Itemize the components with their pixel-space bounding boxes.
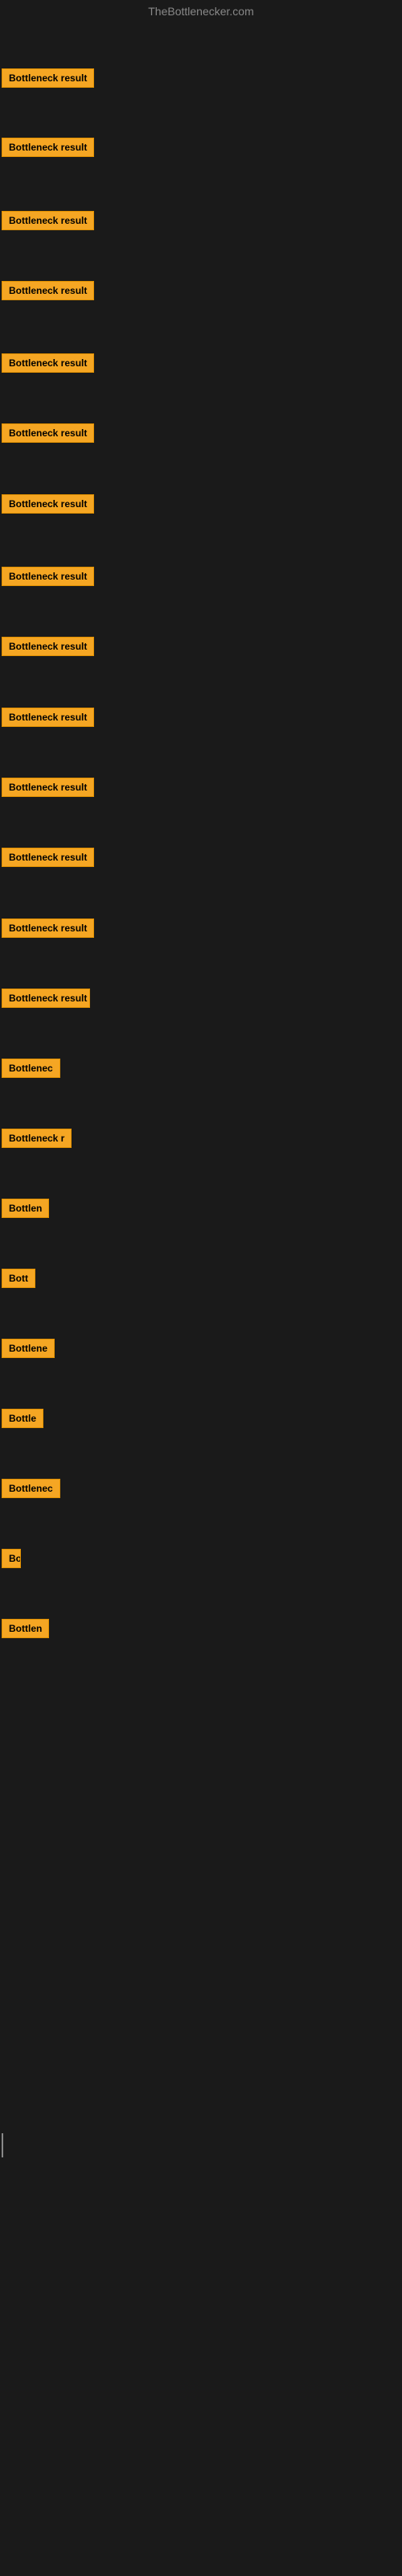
site-title: TheBottlenecker.com [0,0,402,23]
bottleneck-row: Bott [2,1269,35,1292]
bottleneck-result-badge[interactable]: Bottleneck r [2,1129,72,1148]
bottleneck-result-badge[interactable]: Bottlen [2,1199,49,1218]
bottleneck-result-badge[interactable]: Bottleneck result [2,353,94,373]
bottleneck-result-badge[interactable]: Bottleneck result [2,708,94,727]
bottleneck-row: Bottleneck result [2,211,94,234]
cursor-line [2,2133,3,2157]
bottleneck-result-badge[interactable]: Bottleneck result [2,778,94,797]
bottleneck-row: Bottleneck result [2,848,94,871]
bottleneck-row: Bottleneck result [2,138,94,161]
bottleneck-row: Bottle [2,1409,43,1432]
bottleneck-row: Bottlenec [2,1479,60,1502]
bottleneck-row: Bottlenec [2,1059,60,1082]
bottleneck-row: Bottleneck r [2,1129,72,1152]
bottleneck-result-badge[interactable]: Bottlenec [2,1059,60,1078]
bottleneck-result-badge[interactable]: Bottleneck result [2,281,94,300]
bottleneck-row: Bottleneck result [2,423,94,447]
bottleneck-row: Bottlen [2,1619,49,1642]
bottleneck-result-badge[interactable]: Bottleneck result [2,68,94,88]
bottleneck-result-badge[interactable]: Bottlene [2,1339,55,1358]
bottleneck-row: Bottleneck result [2,281,94,304]
bottleneck-row: Bottlen [2,1199,49,1222]
bottleneck-result-badge[interactable]: Bo [2,1549,21,1568]
bottleneck-result-badge[interactable]: Bottleneck result [2,494,94,514]
bottleneck-row: Bottleneck result [2,989,90,1012]
bottleneck-result-badge[interactable]: Bottlen [2,1619,49,1638]
bottleneck-result-badge[interactable]: Bott [2,1269,35,1288]
bottleneck-result-badge[interactable]: Bottleneck result [2,637,94,656]
bottleneck-row: Bottleneck result [2,494,94,518]
bottleneck-row: Bottleneck result [2,353,94,377]
bottleneck-result-badge[interactable]: Bottleneck result [2,919,94,938]
bottleneck-result-badge[interactable]: Bottleneck result [2,211,94,230]
bottleneck-result-badge[interactable]: Bottleneck result [2,567,94,586]
bottleneck-row: Bo [2,1549,21,1572]
bottleneck-row: Bottleneck result [2,637,94,660]
bottleneck-result-badge[interactable]: Bottlenec [2,1479,60,1498]
bottleneck-row: Bottleneck result [2,778,94,801]
bottleneck-result-badge[interactable]: Bottleneck result [2,138,94,157]
bottleneck-row: Bottleneck result [2,708,94,731]
bottleneck-row: Bottlene [2,1339,55,1362]
bottleneck-result-badge[interactable]: Bottle [2,1409,43,1428]
bottleneck-row: Bottleneck result [2,567,94,590]
bottleneck-result-badge[interactable]: Bottleneck result [2,989,90,1008]
bottleneck-result-badge[interactable]: Bottleneck result [2,423,94,443]
bottleneck-row: Bottleneck result [2,919,94,942]
bottleneck-result-badge[interactable]: Bottleneck result [2,848,94,867]
bottleneck-row: Bottleneck result [2,68,94,92]
